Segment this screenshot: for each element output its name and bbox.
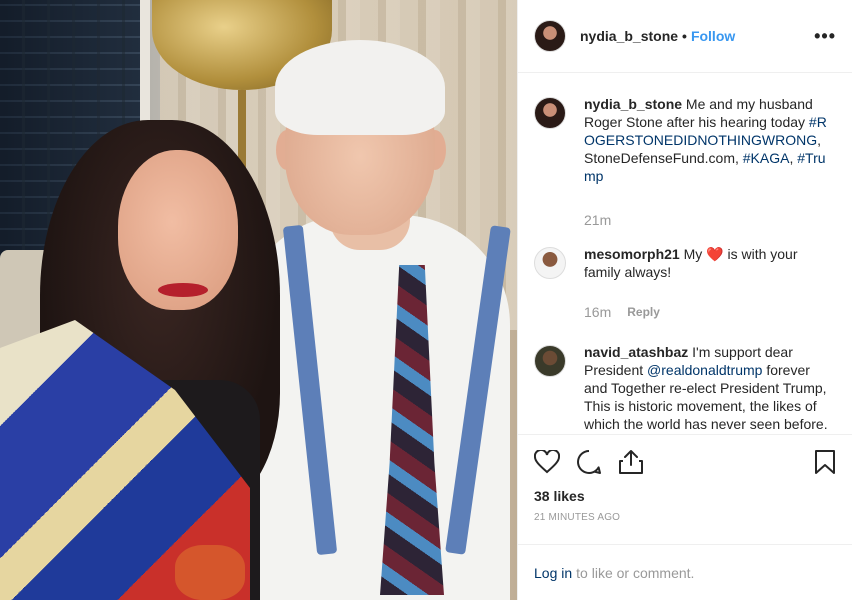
comment-username[interactable]: navid_atashbaz (584, 344, 688, 360)
comment-item: navid_atashbaz I'm support dear Presiden… (534, 343, 836, 434)
post-header: nydia_b_stone • Follow ••• (518, 0, 852, 73)
reply-button[interactable]: Reply (627, 303, 660, 321)
login-prompt: Log in to like or comment. (518, 544, 852, 600)
caption-hashtag[interactable]: #KAGA (743, 150, 790, 166)
comment-item: mesomorph21 My ❤️ is with your family al… (534, 245, 836, 321)
comments-list[interactable]: nydia_b_stone Me and my husband Roger St… (518, 73, 852, 434)
comment-mention[interactable]: @realdonaldtrump (647, 362, 762, 378)
caption-username[interactable]: nydia_b_stone (584, 96, 682, 112)
photo-man-hair (275, 40, 445, 135)
caption-avatar[interactable] (534, 97, 566, 129)
bookmark-icon[interactable] (814, 449, 836, 475)
post-timestamp[interactable]: 21 MINUTES AGO (518, 510, 852, 544)
action-bar (518, 434, 852, 488)
photo-scarf-knot (175, 545, 245, 600)
heart-icon[interactable] (534, 449, 560, 474)
commenter-avatar[interactable] (534, 247, 566, 279)
comment-body: navid_atashbaz I'm support dear Presiden… (584, 343, 836, 434)
caption-text-3: , (789, 150, 794, 166)
post-side-panel: nydia_b_stone • Follow ••• nydia_b_stone… (517, 0, 852, 600)
caption-body: nydia_b_stone Me and my husband Roger St… (584, 95, 836, 229)
heart-emoji-icon: ❤️ (706, 246, 724, 262)
header-separator: • (682, 28, 687, 44)
comment-meta: 16m Reply (584, 303, 836, 321)
instagram-post: nydia_b_stone • Follow ••• nydia_b_stone… (0, 0, 852, 600)
author-avatar[interactable] (534, 20, 566, 52)
post-photo[interactable] (0, 0, 517, 600)
commenter-avatar[interactable] (534, 345, 566, 377)
comment-time: 16m (584, 304, 612, 320)
author-username[interactable]: nydia_b_stone (580, 28, 678, 44)
comment-body: mesomorph21 My ❤️ is with your family al… (584, 245, 836, 321)
likes-count[interactable]: 38 likes (518, 488, 852, 510)
comment-text: My (683, 246, 703, 262)
login-text: to like or comment. (576, 564, 695, 581)
comment-username[interactable]: mesomorph21 (584, 246, 680, 262)
comment-icon[interactable] (576, 449, 602, 475)
caption: nydia_b_stone Me and my husband Roger St… (534, 95, 836, 229)
photo-woman-smile (158, 283, 208, 297)
login-link[interactable]: Log in (534, 565, 572, 581)
share-icon[interactable] (618, 449, 644, 475)
caption-time: 21m (584, 212, 612, 228)
caption-meta: 21m (584, 211, 836, 229)
more-options-icon[interactable]: ••• (814, 27, 836, 45)
follow-button[interactable]: Follow (691, 28, 735, 44)
